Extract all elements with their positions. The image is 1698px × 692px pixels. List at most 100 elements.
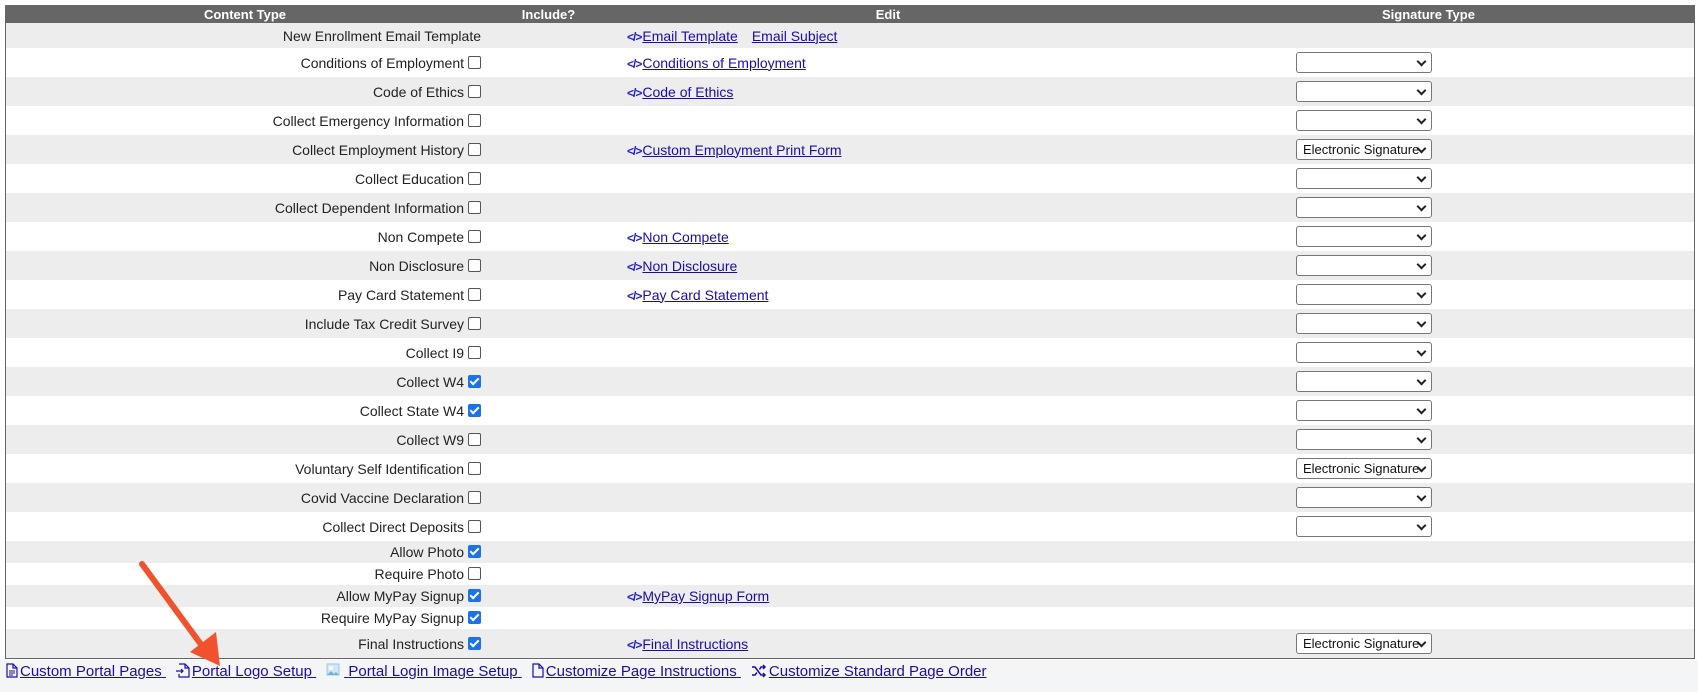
header-edit: Edit [613,6,1163,23]
signature-type-select-non-disclosure[interactable] [1296,255,1432,276]
signature-type-select-pay-card-statement[interactable] [1296,284,1432,305]
signature-type-select-collect-w9[interactable] [1296,429,1432,450]
signature-type-select-collect-state-w4[interactable] [1296,400,1432,421]
table-row: Include Tax Credit Survey [6,309,1694,338]
signature-type-select-final-instructions[interactable]: Electronic Signature [1296,633,1432,654]
signature-type-select-collect-emergency-information[interactable] [1296,110,1432,131]
include-cell [484,541,613,563]
include-cell [484,367,613,396]
edit-link-email-subject[interactable]: Email Subject [752,28,838,44]
signature-type-select-collect-w4[interactable] [1296,371,1432,392]
include-checkbox-collect-dependent-information[interactable] [468,200,481,214]
signature-type-cell [1163,585,1694,607]
signature-type-cell [1163,77,1694,106]
edit-link-code-of-ethics[interactable]: Code of Ethics [642,84,733,100]
chevron-down-icon [1416,346,1427,357]
customize-page-instructions-link[interactable]: Customize Page Instructions [532,663,741,680]
include-checkbox-collect-education[interactable] [468,171,481,185]
signature-type-cell [1163,541,1694,563]
include-checkbox-allow-photo[interactable] [468,545,481,558]
signature-type-cell [1163,396,1694,425]
edit-cell: </>Code of Ethics [613,77,1163,106]
signature-type-select-conditions-of-employment[interactable] [1296,52,1432,73]
include-checkbox-pay-card-statement[interactable] [468,287,481,301]
signature-type-select-voluntary-self-identification[interactable]: Electronic Signature [1296,458,1432,479]
chevron-down-icon [1416,288,1427,299]
table-row: Collect Employment History </>Custom Empl… [6,135,1694,164]
include-checkbox-collect-direct-deposits[interactable] [468,519,481,533]
include-checkbox-code-of-ethics[interactable] [468,84,481,98]
include-cell [484,164,613,193]
chevron-down-icon [1416,85,1427,96]
edit-link-conditions-of-employment[interactable]: Conditions of Employment [642,55,805,71]
customize-standard-page-order-link[interactable]: Customize Standard Page Order [751,663,987,680]
include-cell [484,251,613,280]
edit-cell: </>Custom Employment Print Form [613,135,1163,164]
include-checkbox-conditions-of-employment[interactable] [468,55,481,69]
portal-logo-setup-link[interactable]: Portal Logo Setup [175,663,316,680]
signature-type-select-covid-vaccine-declaration[interactable] [1296,487,1432,508]
table-row: Covid Vaccine Declaration [6,483,1694,512]
portal-login-image-setup-link[interactable]: Portal Login Image Setup [326,663,522,680]
edit-link-email-template[interactable]: Email Template [642,28,737,44]
custom-portal-pages-link[interactable]: Custom Portal Pages [6,663,166,680]
include-checkbox-voluntary-self-identification[interactable] [468,461,481,475]
signature-type-cell [1163,338,1694,367]
include-checkbox-require-photo[interactable] [468,567,481,580]
table-row: Require MyPay Signup [6,607,1694,629]
edit-link-mypay-signup-form[interactable]: MyPay Signup Form [642,588,769,604]
content-type-table: Content Type Include? Edit Signature Typ… [6,6,1694,658]
include-checkbox-covid-vaccine-declaration[interactable] [468,490,481,504]
include-checkbox-collect-i9[interactable] [468,345,481,359]
signature-type-select-non-compete[interactable] [1296,226,1432,247]
signature-type-select-collect-i9[interactable] [1296,342,1432,363]
edit-link-final-instructions[interactable]: Final Instructions [642,636,748,652]
edit-link-pay-card-statement[interactable]: Pay Card Statement [642,287,768,303]
include-checkbox-collect-state-w4[interactable] [468,403,481,417]
signature-type-cell [1163,48,1694,77]
content-type-cell: Allow Photo [6,541,484,563]
chevron-down-icon [1416,114,1427,125]
edit-link-non-disclosure[interactable]: Non Disclosure [642,258,737,274]
edit-link-non-compete[interactable]: Non Compete [642,229,728,245]
edit-cell [613,512,1163,541]
signature-type-cell [1163,280,1694,309]
edit-link-custom-employment-print-form[interactable]: Custom Employment Print Form [642,142,841,158]
signature-type-select-collect-employment-history[interactable]: Electronic Signature [1296,139,1432,160]
include-checkbox-allow-mypay-signup[interactable] [468,589,481,602]
signature-type-cell [1163,164,1694,193]
code-icon: </> [627,143,642,158]
content-type-label: Collect Education [355,170,464,187]
table-row: Voluntary Self Identification Electronic … [6,454,1694,483]
table-row: Collect Direct Deposits [6,512,1694,541]
table-row: Conditions of Employment </>Conditions of… [6,48,1694,77]
signature-type-select-code-of-ethics[interactable] [1296,81,1432,102]
include-checkbox-final-instructions[interactable] [468,636,481,650]
signature-type-select-collect-direct-deposits[interactable] [1296,516,1432,537]
chevron-down-icon [1416,520,1427,531]
signature-type-select-include-tax-credit-survey[interactable] [1296,313,1432,334]
signature-type-cell: Electronic Signature [1163,135,1694,164]
table-row: Allow MyPay Signup </>MyPay Signup Form [6,585,1694,607]
edit-cell: </>Non Disclosure [613,251,1163,280]
include-checkbox-collect-w4[interactable] [468,374,481,388]
include-checkbox-require-mypay-signup[interactable] [468,611,481,624]
edit-cell: </>Email Template Email Subject [613,23,1163,48]
include-cell [484,280,613,309]
include-checkbox-non-compete[interactable] [468,229,481,243]
include-checkbox-collect-employment-history[interactable] [468,142,481,156]
content-type-label: Require MyPay Signup [320,610,464,626]
content-type-label: Pay Card Statement [337,286,464,303]
content-type-cell: Voluntary Self Identification [6,454,484,483]
content-type-cell: Final Instructions [6,629,484,658]
signature-type-select-collect-education[interactable] [1296,168,1432,189]
header-signature-type: Signature Type [1163,6,1694,23]
signature-type-cell [1163,193,1694,222]
include-checkbox-non-disclosure[interactable] [468,258,481,272]
header-content-type: Content Type [6,6,484,23]
include-checkbox-collect-emergency-information[interactable] [468,113,481,127]
include-checkbox-include-tax-credit-survey[interactable] [468,316,481,330]
edit-cell: </>Conditions of Employment [613,48,1163,77]
include-checkbox-collect-w9[interactable] [468,432,481,446]
signature-type-select-collect-dependent-information[interactable] [1296,197,1432,218]
